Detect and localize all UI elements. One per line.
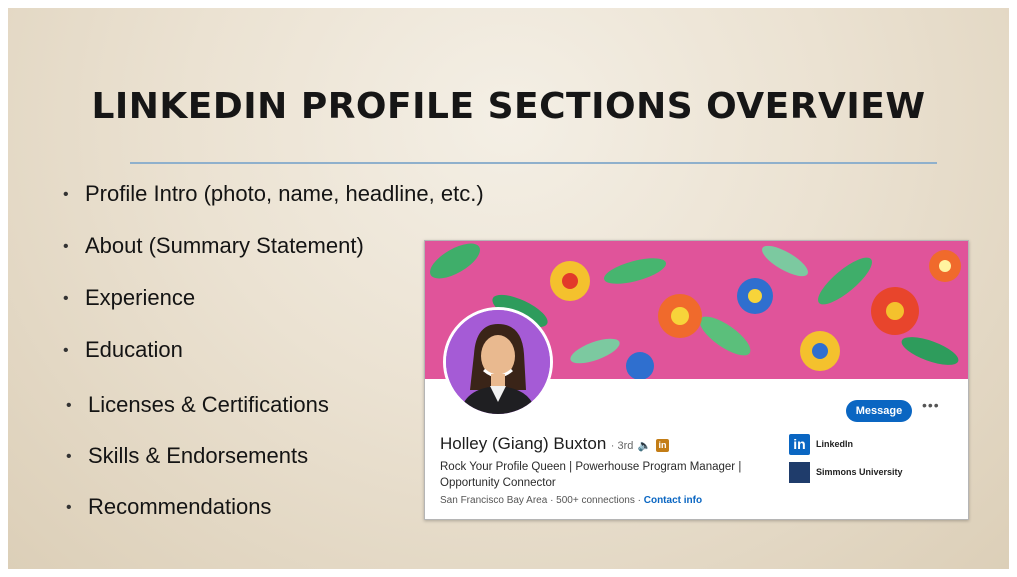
simmons-logo-icon [789,462,810,483]
person-avatar-icon [446,310,550,414]
bullet-icon: • [63,238,69,255]
bullet-item: • Recommendations [66,494,272,519]
linkedin-profile-card: Message ••• Holley (Giang) Buxton · 3rd … [424,240,969,520]
bullet-item: • Experience [63,285,196,310]
slide-title: LINKEDIN PROFILE SECTIONS OVERVIEW [91,86,926,127]
org-simmons[interactable]: Simmons University [789,462,903,483]
linkedin-premium-icon: in [656,439,670,452]
contact-info-link[interactable]: Contact info [644,495,702,506]
profile-photo[interactable] [443,307,553,417]
bullet-item: • Education [63,337,183,362]
bullet-item: • About (Summary Statement) [63,233,364,258]
connection-degree: 3rd [617,440,634,452]
more-options-button[interactable]: ••• [922,397,940,413]
bullet-item: • Skills & Endorsements [66,443,309,468]
bullet-item: • Profile Intro (photo, name, headline, e… [63,181,484,206]
org-linkedin[interactable]: in LinkedIn [789,434,853,455]
title-divider [130,162,937,164]
slide: LINKEDIN PROFILE SECTIONS OVERVIEW • Prof… [8,8,1009,569]
profile-name: Holley (Giang) Buxton [440,434,607,453]
bullet-item: • Licenses & Certifications [66,392,329,417]
connections-count[interactable]: 500+ connections [556,495,635,506]
message-button[interactable]: Message [846,400,912,422]
bullet-icon: • [63,342,69,359]
profile-meta: San Francisco Bay Area · 500+ connection… [440,495,703,506]
linkedin-logo-icon: in [789,434,810,455]
profile-name-row: Holley (Giang) Buxton · 3rd 🔈 in [440,434,670,454]
bullet-icon: • [66,448,72,465]
profile-location: San Francisco Bay Area [440,495,548,506]
profile-headline: Rock Your Profile Queen | Powerhouse Pro… [440,461,742,489]
bullet-icon: • [66,499,72,516]
speaker-icon[interactable]: 🔈 [638,440,652,452]
bullet-icon: • [63,186,69,203]
bullet-icon: • [66,397,72,414]
bullet-icon: • [63,290,69,307]
